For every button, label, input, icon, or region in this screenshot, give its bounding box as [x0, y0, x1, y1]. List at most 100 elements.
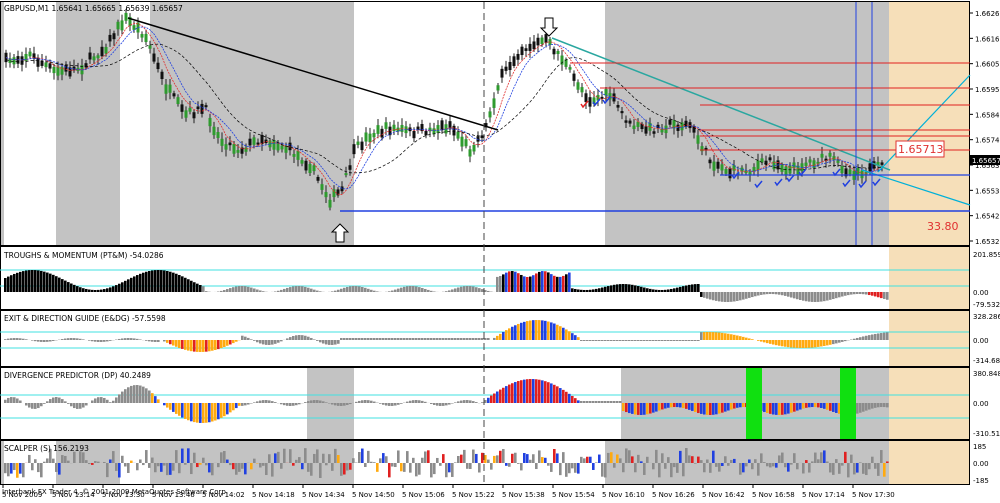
candle-body	[245, 148, 248, 152]
histogram-bar	[103, 289, 106, 292]
histogram-bar	[295, 460, 298, 463]
histogram-bar	[739, 403, 742, 407]
histogram-bar	[553, 385, 556, 403]
histogram-bar	[349, 463, 352, 470]
candle-body	[437, 125, 440, 133]
histogram-bar	[316, 291, 319, 292]
histogram-bar	[835, 292, 838, 298]
histogram-bar	[508, 328, 511, 340]
histogram-bar	[607, 286, 610, 292]
histogram-bar	[532, 320, 535, 340]
histogram-bar	[433, 338, 436, 340]
histogram-bar	[814, 292, 817, 302]
histogram-bar	[220, 291, 223, 292]
histogram-bar	[289, 337, 292, 340]
histogram-bar	[343, 338, 346, 340]
histogram-bar	[346, 463, 349, 470]
histogram-bar	[4, 463, 7, 473]
histogram-bar	[652, 289, 655, 292]
histogram-bar	[838, 463, 841, 474]
candle-body	[413, 131, 416, 138]
time-tick-label: 5 Nov 15:38	[502, 491, 545, 499]
histogram-bar	[634, 340, 637, 341]
histogram-bar	[592, 463, 595, 470]
time-tick-label: 5 Nov 14:18	[252, 491, 295, 499]
candle-body	[697, 135, 700, 143]
histogram-bar	[829, 340, 832, 345]
histogram-bar	[775, 340, 778, 345]
histogram-bar	[769, 340, 772, 344]
histogram-bar	[262, 400, 265, 403]
candle-body	[53, 67, 56, 73]
histogram-bar	[196, 284, 199, 292]
histogram-bar	[424, 402, 427, 403]
candle-body	[181, 104, 184, 111]
histogram-bar	[235, 287, 238, 292]
histogram-bar	[703, 332, 706, 340]
histogram-bar	[373, 402, 376, 403]
price-tick-label: 1.65425	[975, 213, 1000, 221]
histogram-bar	[529, 379, 532, 403]
histogram-bar	[745, 338, 748, 340]
histogram-bar	[232, 403, 235, 410]
histogram-bar	[253, 340, 256, 341]
time-tick-label: 5 Nov 14:50	[352, 491, 395, 499]
histogram-bar	[298, 457, 301, 463]
histogram-bar	[517, 324, 520, 340]
histogram-bar	[358, 401, 361, 403]
histogram-bar	[292, 286, 295, 292]
histogram-bar	[304, 287, 307, 292]
histogram-bar	[418, 463, 421, 475]
histogram-bar	[157, 270, 160, 292]
price-chart-canvas[interactable]: 1.662651.661601.660551.659501.658451.657…	[0, 0, 1000, 499]
histogram-bar	[580, 290, 583, 292]
histogram-bar	[424, 451, 427, 463]
histogram-bar	[4, 339, 7, 340]
histogram-bar	[868, 335, 871, 340]
histogram-bar	[244, 286, 247, 292]
histogram-bar	[598, 288, 601, 292]
histogram-bar	[151, 458, 154, 463]
histogram-bar	[562, 328, 565, 340]
histogram-bar	[595, 462, 598, 463]
histogram-bar	[439, 403, 442, 406]
histogram-bar	[43, 403, 46, 404]
histogram-bar	[43, 340, 46, 342]
candle-body	[713, 162, 716, 171]
histogram-bar	[97, 340, 100, 342]
histogram-bar	[208, 340, 211, 351]
candle-body	[313, 165, 316, 171]
histogram-bar	[169, 463, 172, 475]
histogram-bar	[811, 292, 814, 302]
histogram-bar	[811, 403, 814, 407]
histogram-bar	[31, 463, 34, 470]
time-tick-label: 5 Nov 14:34	[302, 491, 345, 499]
histogram-bar	[853, 339, 856, 340]
histogram-bar	[658, 290, 661, 292]
histogram-bar	[529, 277, 532, 292]
histogram-bar	[502, 332, 505, 340]
histogram-bar	[505, 273, 508, 292]
histogram-bar	[85, 460, 88, 463]
histogram-bar	[637, 403, 640, 415]
histogram-bar	[766, 340, 769, 343]
candle-body	[205, 105, 208, 107]
histogram-bar	[727, 334, 730, 340]
histogram-bar	[766, 292, 769, 294]
histogram-bar	[250, 339, 253, 340]
histogram-bar	[868, 463, 871, 469]
histogram-bar	[760, 453, 763, 463]
histogram-bar	[142, 273, 145, 292]
histogram-bar	[859, 292, 862, 294]
histogram-bar	[784, 292, 787, 296]
indicator-axis-label: 0.00	[973, 337, 989, 345]
histogram-bar	[547, 322, 550, 340]
histogram-bar	[37, 270, 40, 292]
histogram-bar	[301, 463, 304, 469]
histogram-bar	[121, 338, 124, 340]
histogram-bar	[88, 290, 91, 292]
histogram-bar	[724, 333, 727, 340]
histogram-bar	[187, 340, 190, 351]
histogram-bar	[220, 452, 223, 463]
histogram-bar	[820, 403, 823, 408]
